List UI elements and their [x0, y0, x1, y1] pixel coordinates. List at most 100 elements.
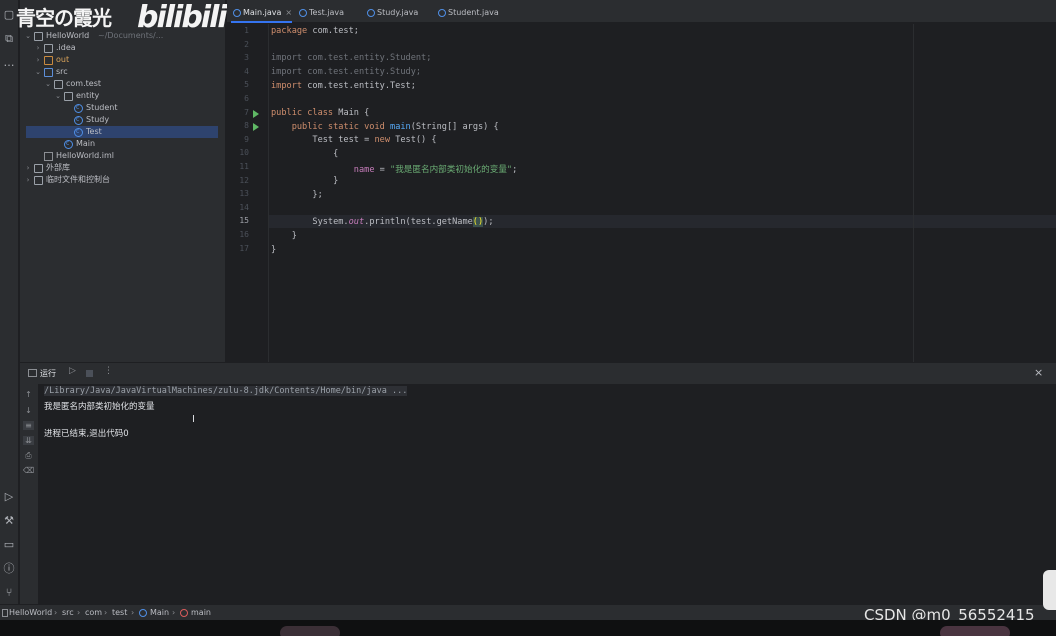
tree-item[interactable]: Main: [20, 138, 225, 150]
code-line-17: }: [271, 245, 277, 255]
soft-wrap-icon[interactable]: ≡: [23, 421, 34, 430]
trash-icon[interactable]: ⌫: [23, 466, 34, 475]
chevron-right-icon[interactable]: ›: [24, 162, 32, 174]
tree-item-label: com.test: [66, 79, 101, 88]
console-exit-line: 进程已结束,退出代码0: [44, 429, 129, 439]
scroll-to-end-icon[interactable]: ⇊: [23, 436, 34, 445]
project-folder-icon[interactable]: ▢: [2, 8, 16, 22]
tree-item[interactable]: Study: [20, 114, 225, 126]
line-number: 11: [239, 162, 249, 171]
rerun-icon[interactable]: ▷: [69, 366, 76, 376]
line-number: 5: [244, 80, 249, 90]
tree-item[interactable]: › .idea: [20, 42, 225, 54]
code-line-8: public static void main(String[] args) {: [291, 122, 499, 132]
folder-icon: [44, 68, 53, 77]
chevron-down-icon[interactable]: ⌄: [24, 30, 32, 42]
tree-item[interactable]: ⌄ src: [20, 66, 225, 78]
tab-student-java[interactable]: Student.java: [436, 3, 499, 23]
bilibili-logo: bilibili: [137, 0, 228, 35]
tree-item-label: out: [56, 55, 70, 64]
line-number: 10: [239, 148, 249, 158]
line-number: 8: [244, 121, 249, 131]
tree-item[interactable]: HelloWorld.iml: [20, 150, 225, 162]
tree-item[interactable]: › out: [20, 54, 225, 66]
tree-item-label: 外部库: [46, 163, 70, 172]
print-icon[interactable]: ⎙: [23, 451, 34, 460]
chevron-down-icon[interactable]: ⌄: [54, 90, 62, 102]
tab-label: Main.java: [243, 8, 282, 17]
tool-window-strip: ▢ ⧉ … ▷ ⚒ ▭ ⓘ ⑂: [0, 0, 19, 604]
tab-label: Study.java: [377, 8, 419, 17]
folder-icon: [44, 56, 53, 65]
line-number: 1: [244, 26, 249, 35]
problems-icon[interactable]: ⓘ: [2, 562, 16, 576]
video-bottom-strip: [0, 620, 1056, 636]
class-icon: [367, 9, 375, 17]
code-line-5: import com.test.entity.Test;: [271, 81, 416, 91]
run-tool-window-header: 运行 ▷ ⋮ ×: [20, 362, 1056, 384]
run-icon[interactable]: ▷: [2, 490, 16, 504]
git-icon[interactable]: ⑂: [2, 586, 16, 600]
chevron-down-icon[interactable]: ⌄: [34, 66, 42, 78]
code-line-1: package com.test;: [271, 26, 359, 36]
tab-main-java[interactable]: Main.java ×: [231, 3, 293, 23]
breadcrumb-src[interactable]: src: [62, 605, 74, 620]
tree-item[interactable]: Student: [20, 102, 225, 114]
tree-item[interactable]: › 外部库: [20, 162, 225, 174]
line-number: 16: [239, 230, 249, 239]
breadcrumb-main-class[interactable]: Main: [150, 605, 169, 620]
line-number: 14: [239, 202, 249, 212]
run-gutter-icon[interactable]: [253, 109, 259, 118]
module-icon: [2, 609, 8, 617]
breadcrumb-com[interactable]: com: [85, 605, 102, 620]
tree-item-label: Student: [86, 103, 118, 112]
terminal-icon[interactable]: ▭: [2, 538, 16, 552]
video-watermark: 青空の霞光: [16, 6, 112, 30]
code-editor[interactable]: 1 2 3 4 5 6 7 8 9 10 11 12 13 14 15 16 17 package com.te…: [227, 24, 1056, 362]
structure-icon[interactable]: ⧉: [2, 32, 16, 46]
decorative-blob: [280, 626, 340, 636]
chevron-right-icon[interactable]: ›: [24, 174, 32, 186]
tab-study-java[interactable]: Study.java: [365, 3, 418, 23]
more-options-icon[interactable]: ⋮: [104, 366, 113, 376]
code-line-11: name = "我是匿名内部类初始化的变量";: [353, 165, 518, 175]
method-icon: [180, 609, 188, 617]
tree-item[interactable]: ⌄ entity: [20, 90, 225, 102]
stop-icon[interactable]: [86, 370, 93, 377]
breadcrumb-main-method[interactable]: main: [191, 605, 211, 620]
build-icon[interactable]: ⚒: [2, 514, 16, 528]
chevron-down-icon[interactable]: ⌄: [44, 78, 52, 90]
tree-item[interactable]: Test: [26, 126, 218, 138]
code-line-15: System.out.println(test.getName());: [271, 217, 494, 227]
tree-item[interactable]: › 临时文件和控制台: [20, 174, 225, 186]
down-arrow-icon[interactable]: ↓: [23, 406, 34, 415]
console-output[interactable]: /Library/Java/JavaVirtualMachines/zulu-8…: [38, 384, 1056, 604]
code-line-10: {: [271, 149, 339, 159]
up-arrow-icon[interactable]: ↑: [23, 390, 34, 399]
chevron-right-icon[interactable]: ›: [34, 42, 42, 54]
run-gutter-icon[interactable]: [253, 123, 259, 132]
run-panel-toolbar: ↑ ↓ ≡ ⇊ ⎙ ⌫: [20, 384, 38, 604]
editor-tab-bar: Main.java × Test.java Study.java Student.…: [227, 0, 1056, 23]
tree-item-label: Study: [86, 115, 110, 124]
gutter-separator: [268, 24, 269, 362]
tree-item-label: HelloWorld.iml: [56, 151, 114, 160]
code-line-4: import com.test.entity.Study;: [271, 67, 422, 77]
tab-test-java[interactable]: Test.java: [297, 3, 344, 23]
close-icon[interactable]: ×: [285, 8, 292, 17]
package-icon: [64, 92, 73, 101]
line-number: 12: [239, 175, 249, 185]
text-cursor-icon: I: [192, 414, 195, 425]
run-panel-title[interactable]: 运行: [40, 368, 56, 379]
chevron-right-icon[interactable]: ›: [34, 54, 42, 66]
line-number: 3: [244, 53, 249, 63]
tree-item-label: 临时文件和控制台: [46, 175, 110, 184]
breadcrumb-test[interactable]: test: [112, 605, 127, 620]
tree-item[interactable]: ⌄ com.test: [20, 78, 225, 90]
more-icon[interactable]: …: [2, 56, 16, 70]
library-icon: [34, 164, 43, 173]
side-handle[interactable]: [1043, 570, 1056, 610]
tree-item-label: HelloWorld: [46, 31, 90, 40]
close-icon[interactable]: ×: [1034, 366, 1043, 379]
breadcrumb-project[interactable]: HelloWorld: [9, 605, 52, 620]
